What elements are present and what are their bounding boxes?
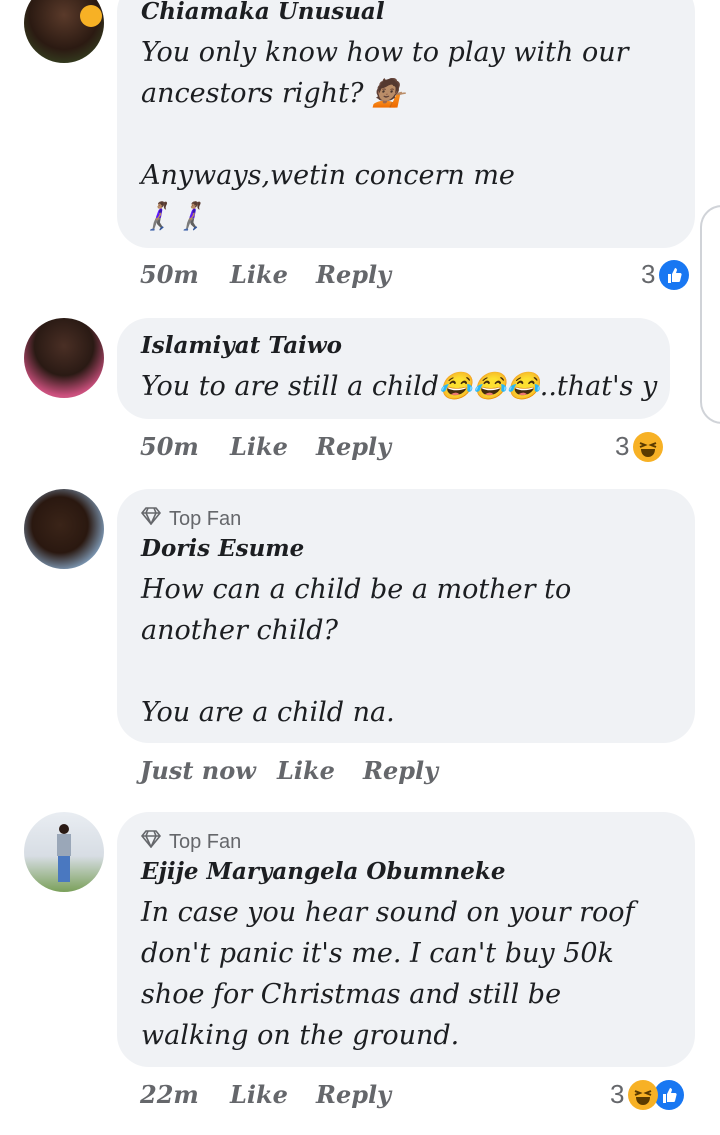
comment-author[interactable]: Islamiyat Taiwo [141, 332, 342, 359]
haha-icon [628, 1079, 659, 1110]
reaction-summary[interactable]: 3 [615, 431, 664, 462]
comment-text: You only know how to play with our ances… [141, 37, 629, 232]
reply-button[interactable]: Reply [316, 260, 391, 289]
avatar[interactable] [24, 0, 104, 63]
comment-text: You to are still a child😂😂😂..that's y [141, 371, 658, 402]
comment-bubble: Chiamaka Unusual You only know how to pl… [117, 0, 695, 248]
comment-author[interactable]: Ejije Maryangela Obumneke [141, 858, 506, 885]
comment-actions: 50m Like Reply [140, 432, 391, 461]
top-fan-badge: Top Fan [140, 507, 242, 531]
scroll-edge-handle[interactable] [700, 205, 720, 424]
like-button[interactable]: Like [230, 432, 316, 461]
comment-author[interactable]: Chiamaka Unusual [141, 0, 385, 25]
avatar[interactable] [24, 812, 104, 892]
comment-time: Just now [140, 756, 256, 785]
like-button[interactable]: Like [230, 260, 316, 289]
comment-bubble: Islamiyat Taiwo You to are still a child… [117, 318, 670, 419]
top-fan-label: Top Fan [169, 830, 242, 853]
like-icon [659, 259, 690, 290]
like-button[interactable]: Like [277, 756, 363, 785]
top-fan-label: Top Fan [169, 507, 242, 530]
like-button[interactable]: Like [230, 1080, 316, 1109]
comment-actions: 50m Like Reply [140, 260, 391, 289]
like-icon [654, 1079, 685, 1110]
avatar[interactable] [24, 489, 104, 569]
diamond-icon [140, 507, 162, 531]
comment-actions: Just now Like Reply [140, 756, 438, 785]
avatar[interactable] [24, 318, 104, 398]
comment-time: 50m [140, 432, 199, 461]
comment-time: 22m [140, 1080, 199, 1109]
haha-icon [633, 431, 664, 462]
comment-author[interactable]: Doris Esume [141, 535, 304, 562]
reply-button[interactable]: Reply [363, 756, 438, 785]
comment-bubble: Top Fan Ejije Maryangela Obumneke In cas… [117, 812, 695, 1067]
reply-button[interactable]: Reply [316, 1080, 391, 1109]
comment-bubble: Top Fan Doris Esume How can a child be a… [117, 489, 695, 743]
reaction-count: 3 [641, 259, 656, 289]
comment-text: In case you hear sound on your roof don'… [141, 897, 644, 1051]
reply-button[interactable]: Reply [316, 432, 391, 461]
reaction-summary[interactable]: 3 [610, 1079, 685, 1110]
reaction-count: 3 [615, 431, 630, 461]
comment-actions: 22m Like Reply [140, 1080, 391, 1109]
comment-text: How can a child be a mother to another c… [141, 574, 572, 728]
diamond-icon [140, 830, 162, 854]
reaction-summary[interactable]: 3 [641, 259, 690, 290]
top-fan-badge: Top Fan [140, 830, 242, 854]
reaction-count: 3 [610, 1079, 625, 1109]
comment-time: 50m [140, 260, 199, 289]
